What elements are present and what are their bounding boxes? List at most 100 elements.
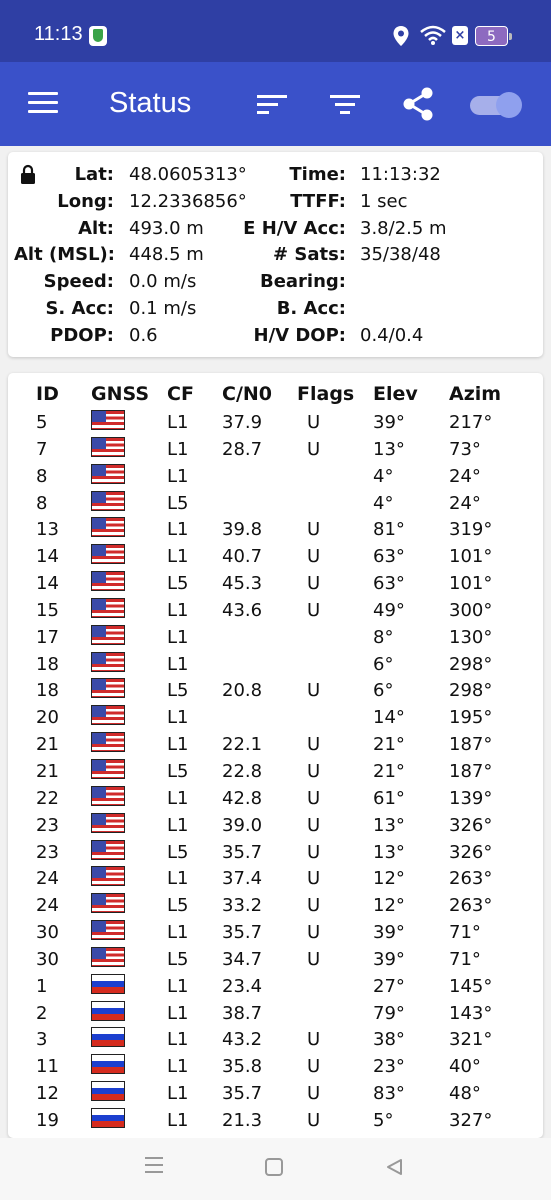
- speed-label: Speed:: [43, 271, 114, 293]
- recent-apps-icon[interactable]: [145, 1157, 163, 1175]
- us-flag-icon: [91, 410, 125, 430]
- sim-status-icon: ×: [452, 26, 468, 45]
- us-flag-icon: [91, 544, 125, 565]
- flags-value: U: [307, 787, 321, 809]
- carrier-frequency: L1: [167, 1083, 189, 1105]
- carrier-frequency: L1: [167, 626, 189, 648]
- table-row: 24 L1 37.4 U 12° 263°: [0, 866, 551, 893]
- sat-id: 14: [36, 573, 59, 595]
- azimuth-value: 40°: [449, 1056, 481, 1078]
- flags-value: U: [307, 1056, 321, 1078]
- app-bar: Status: [0, 62, 551, 146]
- table-row: 3 L1 43.2 U 38° 321°: [0, 1027, 551, 1054]
- fix-labels-left: Lat: Long: Alt: Alt (MSL): Speed: S. Acc…: [14, 162, 115, 350]
- sat-id: 30: [36, 948, 59, 970]
- sat-id: 24: [36, 895, 59, 917]
- carrier-frequency: L1: [167, 1109, 189, 1131]
- satellite-list[interactable]: 5 L1 37.9 U 39° 217° 7 L1 28.7 U 13° 73° 8 L1 4° 24° 8 L5…: [0, 410, 551, 1135]
- sats-value: 35/38/48: [360, 244, 441, 266]
- elevation-value: 81°: [373, 519, 405, 541]
- flags-value: U: [307, 438, 321, 460]
- us-flag-icon: [91, 893, 125, 914]
- sat-id: 21: [36, 734, 59, 756]
- tracking-toggle[interactable]: [470, 92, 522, 118]
- cn0-value: 33.2: [222, 895, 263, 917]
- carrier-frequency: L1: [167, 868, 189, 890]
- azimuth-value: 71°: [449, 948, 481, 970]
- sat-id: 23: [36, 814, 59, 836]
- cn0-value: 35.7: [222, 841, 263, 863]
- carrier-frequency: L5: [167, 680, 189, 702]
- flags-value: U: [307, 734, 321, 756]
- elevation-value: 4°: [373, 492, 394, 514]
- table-row: 24 L5 33.2 U 12° 263°: [0, 893, 551, 920]
- carrier-frequency: L1: [167, 734, 189, 756]
- ttff-label: TTFF:: [290, 190, 346, 212]
- table-row: 14 L1 40.7 U 63° 101°: [0, 544, 551, 571]
- elevation-value: 21°: [373, 760, 405, 782]
- sat-id: 18: [36, 680, 59, 702]
- cn0-value: 39.8: [222, 519, 263, 541]
- sats-label: # Sats:: [273, 244, 346, 266]
- elevation-value: 8°: [373, 626, 394, 648]
- sat-id: 18: [36, 653, 59, 675]
- elevation-value: 49°: [373, 599, 405, 621]
- azimuth-value: 143°: [449, 1002, 493, 1024]
- elevation-value: 5°: [373, 1109, 394, 1131]
- carrier-frequency: L1: [167, 438, 189, 460]
- us-flag-icon: [91, 920, 125, 941]
- menu-icon[interactable]: [28, 92, 58, 114]
- us-flag-icon: [91, 758, 125, 779]
- table-row: 17 L1 8° 130°: [0, 624, 551, 652]
- alt-label: Alt:: [78, 217, 114, 239]
- elevation-value: 23°: [373, 1056, 405, 1078]
- hv-dop-value: 0.4/0.4: [360, 324, 424, 346]
- elevation-value: 21°: [373, 734, 405, 756]
- table-row: 2 L1 38.7 79° 143°: [0, 1000, 551, 1028]
- header-gnss: GNSS: [91, 383, 150, 405]
- sort-icon[interactable]: [257, 93, 287, 115]
- cn0-value: 39.0: [222, 814, 263, 836]
- hv-dop-label: H/V DOP:: [253, 324, 346, 346]
- sat-id: 24: [36, 868, 59, 890]
- back-icon[interactable]: [385, 1158, 403, 1176]
- cn0-value: 22.1: [222, 734, 263, 756]
- sat-id: 13: [36, 519, 59, 541]
- azimuth-value: 101°: [449, 573, 493, 595]
- flags-value: U: [307, 680, 321, 702]
- sat-id: 1: [36, 975, 48, 997]
- russia-flag-icon: [91, 973, 125, 994]
- cn0-value: 22.8: [222, 760, 263, 782]
- azimuth-value: 71°: [449, 922, 481, 944]
- bearing-acc-value: [360, 296, 447, 323]
- carrier-frequency: L5: [167, 492, 189, 514]
- table-row: 30 L1 35.7 U 39° 71°: [0, 920, 551, 947]
- carrier-frequency: L1: [167, 1029, 189, 1051]
- sat-id: 23: [36, 841, 59, 863]
- flags-value: U: [307, 841, 321, 863]
- bearing-label: Bearing:: [259, 271, 346, 293]
- azimuth-value: 263°: [449, 868, 493, 890]
- elevation-value: 27°: [373, 975, 405, 997]
- us-flag-icon: [91, 812, 125, 833]
- battery-icon: 5: [475, 26, 512, 46]
- us-flag-icon: [91, 866, 125, 887]
- home-icon[interactable]: [265, 1158, 283, 1176]
- carrier-frequency: L5: [167, 841, 189, 863]
- elevation-value: 39°: [373, 922, 405, 944]
- table-row: 8 L5 4° 24°: [0, 490, 551, 518]
- header-cf: CF: [167, 383, 194, 405]
- cn0-value: 37.4: [222, 868, 263, 890]
- share-icon[interactable]: [400, 86, 436, 122]
- us-flag-icon: [91, 732, 125, 753]
- pdop-label: PDOP:: [50, 324, 114, 346]
- us-flag-icon: [91, 490, 125, 511]
- acc-label: E H/V Acc:: [243, 217, 346, 239]
- table-row: 5 L1 37.9 U 39° 217°: [0, 410, 551, 437]
- azimuth-value: 73°: [449, 438, 481, 460]
- elevation-value: 63°: [373, 573, 405, 595]
- ttff-value: 1 sec: [360, 190, 408, 212]
- filter-icon[interactable]: [330, 93, 360, 115]
- cn0-value: 38.7: [222, 1002, 263, 1024]
- azimuth-value: 24°: [449, 465, 481, 487]
